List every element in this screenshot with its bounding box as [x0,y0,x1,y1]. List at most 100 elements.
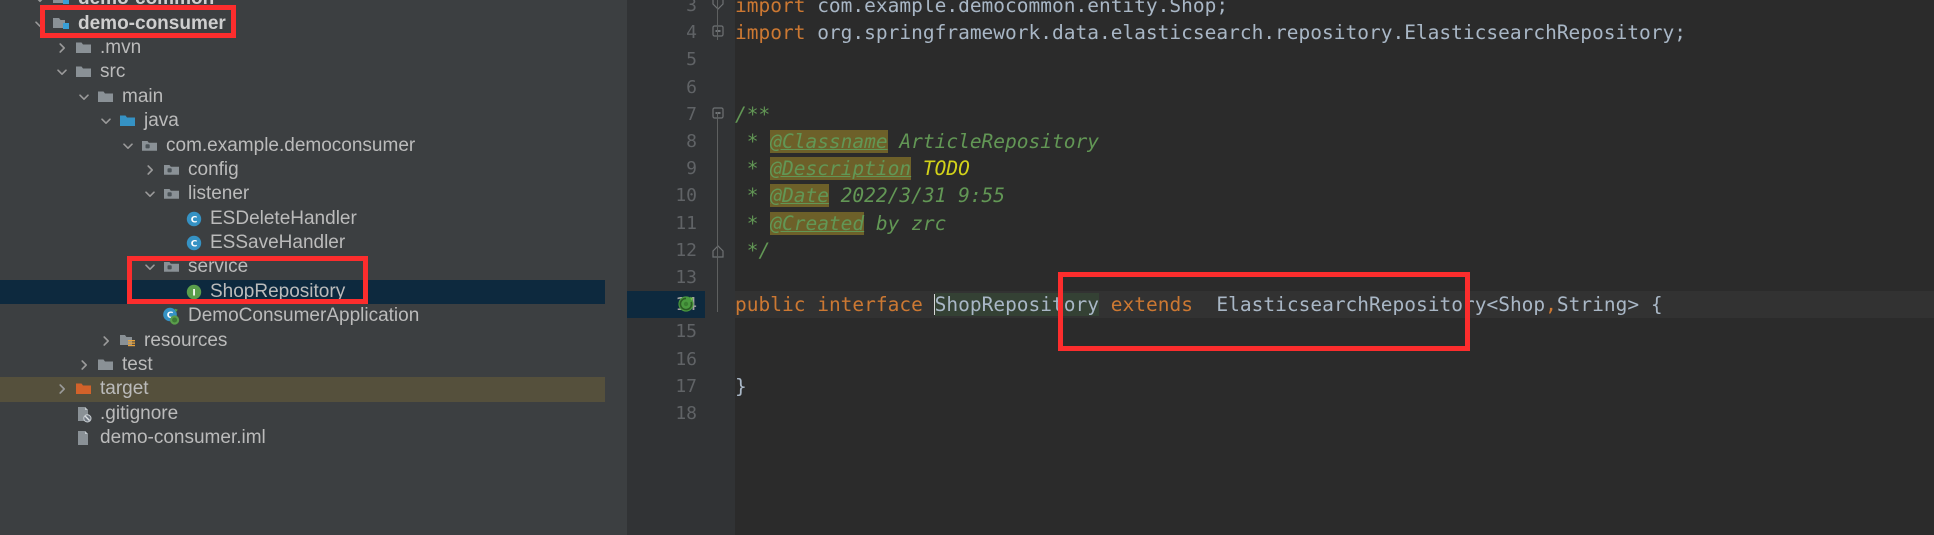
svg-text:C: C [191,215,198,225]
tree-item-service[interactable]: service [0,255,605,279]
code-line-15[interactable] [735,318,1934,345]
code-line-10[interactable]: * @Date 2022/3/31 9:55 [735,182,1934,209]
chevron-right-icon[interactable] [74,359,94,371]
tree-item-label: ESDeleteHandler [210,207,357,229]
code-line-9[interactable]: * @Description TODO [735,155,1934,182]
gitignore-file-icon [72,404,96,424]
chevron-right-icon[interactable] [140,164,160,176]
super-type-name: ElasticsearchRepository [1216,293,1487,317]
project-tool-window[interactable]: demo-commondemo-consumer.mvnsrcmainjavac… [0,0,605,535]
tree-item-democonsumerapplication[interactable]: C DemoConsumerApplication [0,304,605,328]
tree-item-label: com.example.democonsumer [166,134,416,156]
tree-item-label: test [122,354,153,376]
line-number: 3 [686,0,697,16]
package-icon [160,257,184,277]
chevron-down-icon[interactable] [52,66,72,78]
tree-item-esdeletehandler[interactable]: C ESDeleteHandler [0,207,605,231]
tree-item-gitignore[interactable]: .gitignore [0,402,605,426]
package-icon [138,136,162,156]
chevron-down-icon[interactable] [140,188,160,200]
code-line-8[interactable]: * @Classname ArticleRepository [735,128,1934,155]
line-number: 16 [675,348,697,370]
line-number: 13 [675,267,697,288]
editor-pane[interactable]: 3456789101112131415161718 import com.exa… [605,0,1934,535]
chevron-right-icon[interactable] [52,42,72,54]
tree-item-main[interactable]: main [0,85,605,109]
line-number: 18 [675,403,697,424]
tree-item-label: resources [144,329,228,351]
code-line-6[interactable] [735,74,1934,101]
tree-item-label: demo-consumer.iml [100,427,266,449]
javadoc-tag-created: @Created [770,211,865,235]
chevron-down-icon[interactable] [96,115,116,127]
chevron-down-icon[interactable] [140,261,160,273]
code-line-18[interactable] [735,400,1934,427]
line-number: 10 [675,185,697,207]
folder-grey-icon [94,355,118,375]
tree-item-label: java [144,110,179,132]
editor-left-strip [605,0,627,535]
line-number: 6 [686,76,697,98]
tree-item-demo-consumer-iml[interactable]: demo-consumer.iml [0,426,605,450]
javadoc-star: * [735,211,771,235]
code-line-13[interactable] [735,264,1934,291]
code-line-5[interactable] [735,46,1934,73]
ide-window: demo-commondemo-consumer.mvnsrcmainjavac… [0,0,1934,535]
tree-item-essavehandler[interactable]: C ESSaveHandler [0,231,605,255]
tree-item-java[interactable]: java [0,109,605,133]
chevron-down-icon[interactable] [74,91,94,103]
code-line-17[interactable]: } [735,373,1934,400]
chevron-right-icon[interactable] [52,383,72,395]
javadoc-tag-date: @Date [770,184,829,208]
tree-item-com-example-democonsumer[interactable]: com.example.democonsumer [0,133,605,157]
code-line-14[interactable]: public interface ShopRepository extends … [735,291,1934,318]
code-line-16[interactable] [735,346,1934,373]
javadoc-close: */ [735,238,771,262]
tree-item-shoprepository[interactable]: I ShopRepository [0,279,605,305]
fold-toggle-icon[interactable] [711,23,725,45]
fold-toggle-icon[interactable] [711,0,725,18]
fold-toggle-icon[interactable] [711,105,725,127]
code-line-4[interactable]: import org.springframework.data.elastics… [735,19,1934,46]
code-line-12[interactable]: */ [735,237,1934,264]
chevron-down-icon[interactable] [30,18,50,30]
code-line-7[interactable]: /** [735,101,1934,128]
tree-item-config[interactable]: config [0,158,605,182]
spring-bean-gutter-icon[interactable] [677,295,696,314]
package-icon [160,160,184,180]
chevron-right-icon[interactable] [96,335,116,347]
line-number-gutter[interactable]: 3456789101112131415161718 [627,0,727,535]
chevron-down-icon[interactable] [118,140,138,152]
fold-toggle-icon[interactable] [711,241,725,263]
javadoc-tag-description: @Description [770,157,912,181]
tree-item-label: ESSaveHandler [210,232,346,254]
tree-item-test[interactable]: test [0,353,605,377]
line-number: 4 [686,22,697,44]
keyword-public: public [735,293,806,317]
tree-item-target[interactable]: target [0,377,605,402]
keyword-import: import [735,0,806,17]
tree-item-resources[interactable]: resources [0,328,605,352]
line-number: 7 [686,103,697,125]
javadoc-open: /** [735,102,771,126]
tree-item-label: .gitignore [100,402,179,424]
javadoc-value-classname: ArticleRepository [887,130,1099,153]
line-number: 8 [686,131,697,152]
folder-resource-icon [116,331,140,351]
code-folding-strip[interactable] [705,0,735,535]
code-text-area[interactable]: import com.example.democommon.entity.Sho… [735,0,1934,535]
tree-item-label: listener [188,183,250,205]
tree-item-mvn[interactable]: .mvn [0,36,605,60]
tree-item-demo-common[interactable]: demo-common [0,0,605,11]
tree-item-label: config [188,158,239,180]
tree-item-demo-consumer[interactable]: demo-consumer [0,11,605,35]
folder-grey-icon [94,87,118,107]
code-line-11[interactable]: * @Created by zrc [735,210,1934,237]
tree-item-listener[interactable]: listener [0,182,605,206]
code-line-3[interactable]: import com.example.democommon.entity.Sho… [735,0,1934,19]
tree-item-src[interactable]: src [0,60,605,84]
chevron-down-icon[interactable] [30,0,50,5]
module-icon [50,14,74,34]
